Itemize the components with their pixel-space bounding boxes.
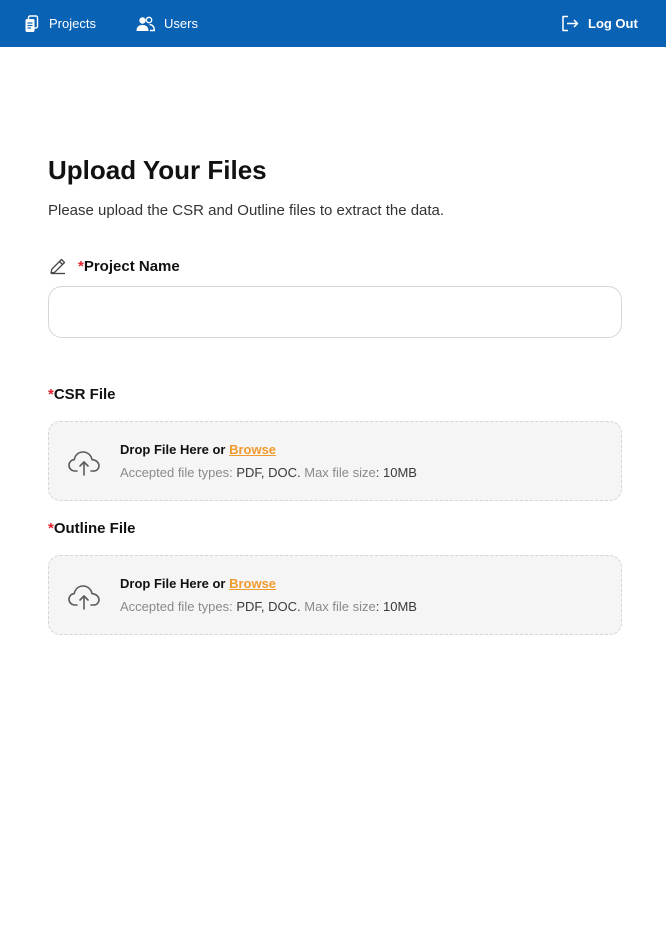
page-title: Upload Your Files <box>48 155 267 185</box>
pencil-icon <box>48 256 68 276</box>
outline-size-value: : 10MB <box>375 599 417 614</box>
logout-label: Log Out <box>588 16 638 31</box>
project-name-label: * Project Name <box>48 256 180 276</box>
csr-file-dropzone[interactable]: Drop File Here or Browse Accepted file t… <box>48 421 622 501</box>
csr-size-value: : 10MB <box>375 465 417 480</box>
users-icon <box>136 16 155 32</box>
csr-browse-link[interactable]: Browse <box>229 442 276 457</box>
outline-file-label-text: Outline File <box>53 520 136 537</box>
csr-types-value: PDF, DOC. <box>236 465 301 480</box>
csr-types-prefix: Accepted file types: <box>120 465 237 480</box>
outline-drop-text: Drop File Here or <box>120 576 230 591</box>
csr-drop-text: Drop File Here or <box>120 442 230 457</box>
document-icon <box>24 14 40 33</box>
csr-file-label-text: CSR File <box>53 386 116 403</box>
outline-types-value: PDF, DOC. <box>236 599 301 614</box>
outline-size-prefix: Max file size <box>300 599 376 614</box>
outline-types-prefix: Accepted file types: <box>120 599 237 614</box>
outline-file-dropzone[interactable]: Drop File Here or Browse Accepted file t… <box>48 555 622 635</box>
nav-projects-label: Projects <box>49 16 96 31</box>
nav-projects[interactable]: Projects <box>24 0 96 47</box>
project-name-label-text: Project Name <box>83 257 180 275</box>
cloud-upload-icon <box>66 578 102 614</box>
page-subtitle: Please upload the CSR and Outline files … <box>48 202 445 219</box>
outline-browse-link[interactable]: Browse <box>229 576 276 591</box>
outline-drop-instruction: Drop File Here or Browse <box>120 576 276 591</box>
project-name-input[interactable] <box>48 286 622 338</box>
top-navigation-bar: Projects Users Log Out <box>0 0 666 47</box>
csr-size-prefix: Max file size <box>300 465 376 480</box>
nav-users-label: Users <box>164 16 198 31</box>
csr-accepted-types: Accepted file types: PDF, DOC. Max file … <box>120 465 417 480</box>
logout-button[interactable]: Log Out <box>561 0 638 47</box>
csr-file-label: * CSR File <box>48 386 116 403</box>
outline-file-label: * Outline File <box>48 520 136 537</box>
nav-users[interactable]: Users <box>136 0 198 47</box>
outline-accepted-types: Accepted file types: PDF, DOC. Max file … <box>120 599 417 614</box>
csr-drop-instruction: Drop File Here or Browse <box>120 442 276 457</box>
cloud-upload-icon <box>66 444 102 480</box>
logout-icon <box>561 15 579 32</box>
